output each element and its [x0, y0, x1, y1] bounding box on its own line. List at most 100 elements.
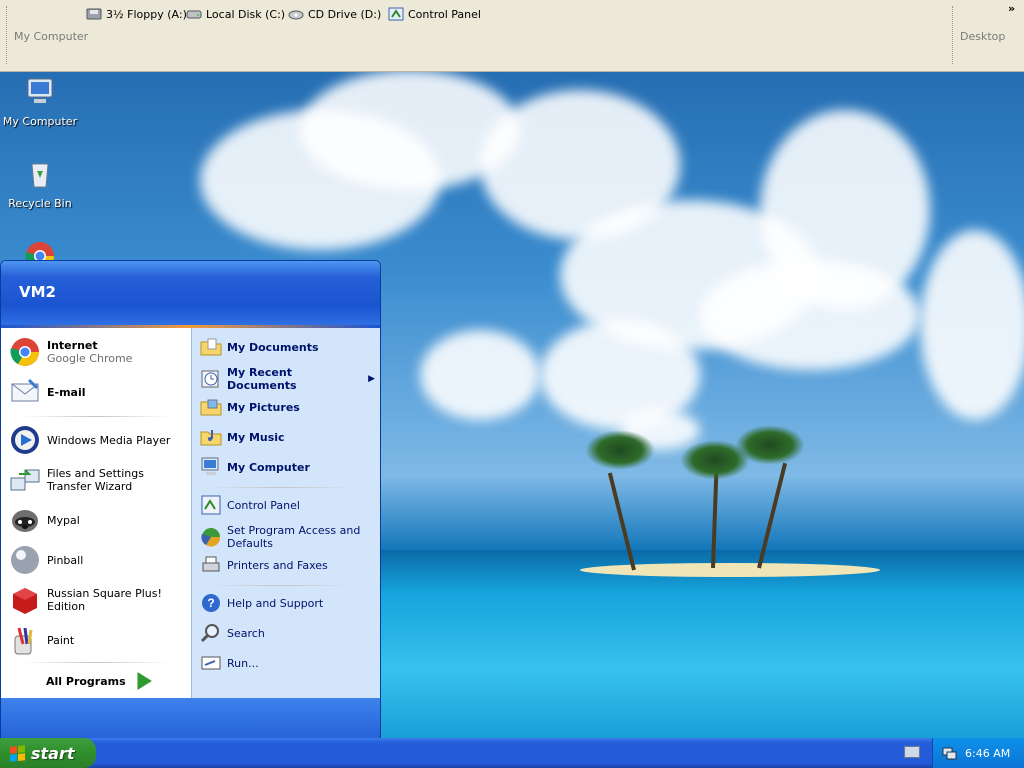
floppy-icon: [86, 8, 102, 20]
start-right-help-support[interactable]: ? Help and Support: [200, 592, 323, 614]
start-right-my-recent-documents[interactable]: My Recent Documents ▶: [200, 366, 375, 392]
recycle-bin-icon: [31, 163, 49, 188]
start-item-internet[interactable]: Internet Google Chrome: [9, 336, 132, 368]
toolbar-item-label: CD Drive (D:): [308, 7, 382, 21]
quick-launch-toolbar: My Computer 3½ Floppy (A:) Local Disk (C…: [0, 0, 1024, 72]
arrow-right-icon: [137, 672, 152, 690]
paint-icon: [14, 627, 33, 655]
keyboard-icon[interactable]: [904, 746, 920, 758]
start-item-email[interactable]: E-mail: [9, 376, 86, 408]
control-panel-icon: [388, 7, 404, 21]
pinball-icon: [11, 546, 39, 574]
toolbar-grip[interactable]: [6, 6, 8, 64]
start-right-label: Search: [227, 626, 265, 640]
toolbar-item-label: Local Disk (C:): [206, 7, 286, 21]
system-tray: 6:46 AM: [932, 738, 1024, 768]
start-menu-separator: [21, 662, 171, 663]
folder-documents-icon: [200, 338, 222, 356]
start-right-label: My Documents: [227, 340, 319, 354]
program-defaults-icon: [201, 528, 221, 547]
start-right-my-computer[interactable]: My Computer: [200, 456, 310, 478]
start-right-label: Set Program Access and Defaults: [227, 524, 361, 550]
start-item-label: Russian Square Plus! Edition: [47, 587, 162, 613]
all-programs-label: All Programs: [46, 674, 126, 688]
media-player-icon: [11, 426, 39, 454]
start-item-windows-media-player[interactable]: Windows Media Player: [9, 424, 170, 456]
start-menu-separator: [206, 487, 356, 488]
start-button-label: start: [31, 743, 75, 763]
toolbar-local-disk[interactable]: Local Disk (C:): [186, 6, 285, 22]
start-item-label: Paint: [47, 633, 75, 647]
my-computer-icon: [27, 78, 53, 103]
toolbar-desktop-label: Desktop: [960, 30, 1006, 43]
toolbar-cd-drive[interactable]: CD Drive (D:): [288, 6, 381, 22]
toolbar-item-label: 3½ Floppy (A:): [106, 7, 187, 21]
start-item-label: Pinball: [47, 553, 84, 567]
start-right-label: Control Panel: [227, 498, 300, 512]
disk-icon: [186, 10, 202, 19]
printer-icon: [202, 556, 220, 572]
chevron-right-icon[interactable]: »: [1008, 2, 1015, 15]
start-right-label: Printers and Faxes: [227, 558, 328, 572]
toolbar-item-label: Control Panel: [408, 7, 481, 21]
mypal-icon: [12, 510, 38, 532]
desktop-icon-label: Recycle Bin: [8, 197, 72, 210]
start-right-printers-faxes[interactable]: Printers and Faxes: [200, 554, 328, 576]
desktop-icon-label: My Computer: [2, 115, 78, 128]
toolbar-title: My Computer: [14, 30, 89, 43]
start-right-search[interactable]: Search: [200, 622, 265, 644]
cd-icon: [288, 10, 304, 20]
submenu-arrow-icon: ▶: [368, 374, 375, 384]
start-right-label: My Pictures: [227, 400, 300, 414]
start-item-transfer-wizard[interactable]: Files and Settings Transfer Wizard: [9, 464, 187, 496]
start-item-title: Internet: [47, 339, 98, 352]
start-item-label: Windows Media Player: [47, 433, 171, 447]
toolbar-floppy-drive[interactable]: 3½ Floppy (A:): [86, 6, 187, 22]
windows-logo-icon: [10, 744, 25, 762]
start-right-program-access[interactable]: Set Program Access and Defaults: [200, 524, 370, 550]
start-item-pinball[interactable]: Pinball: [9, 544, 83, 576]
taskbar: start 6:46 AM: [0, 738, 1024, 768]
start-right-my-documents[interactable]: My Documents: [200, 336, 319, 358]
desktop-icon-recycle-bin[interactable]: Recycle Bin: [0, 158, 80, 210]
clock[interactable]: 6:46 AM: [965, 747, 1010, 760]
start-right-my-pictures[interactable]: My Pictures: [200, 396, 300, 418]
start-right-label: My Recent Documents: [227, 366, 297, 392]
toolbar-control-panel[interactable]: Control Panel: [388, 6, 481, 22]
start-right-label: My Computer: [227, 460, 310, 474]
start-menu-user-name: VM2: [1, 261, 380, 325]
start-right-label: Help and Support: [227, 596, 324, 610]
chrome-icon: [10, 338, 39, 366]
desktop-icon-my-computer[interactable]: My Computer: [0, 76, 80, 128]
start-item-subtitle: Google Chrome: [47, 352, 133, 365]
folder-pictures-icon: [200, 399, 222, 416]
all-programs-button[interactable]: All Programs: [46, 672, 154, 690]
start-menu-separator: [21, 416, 171, 417]
my-computer-icon: [201, 457, 219, 475]
start-item-russian-square[interactable]: Russian Square Plus! Edition: [9, 584, 191, 616]
start-item-label: Files and Settings Transfer Wizard: [47, 467, 144, 493]
toolbar-separator: [952, 6, 953, 64]
email-icon: [11, 378, 39, 402]
start-right-label: My Music: [227, 430, 285, 444]
start-item-label: Mypal: [47, 513, 80, 527]
start-item-paint[interactable]: Paint: [9, 624, 74, 656]
transfer-wizard-icon: [10, 469, 40, 491]
start-right-run[interactable]: Run...: [200, 652, 259, 674]
russian-square-icon: [13, 588, 37, 614]
start-menu-left-pane: Internet Google Chrome E-mail Windows Me…: [1, 328, 191, 698]
folder-music-icon: [200, 430, 222, 446]
search-icon: [200, 624, 219, 643]
start-menu-footer: [1, 698, 380, 739]
start-right-control-panel[interactable]: Control Panel: [200, 494, 300, 516]
start-right-my-music[interactable]: My Music: [200, 426, 285, 448]
start-item-title: E-mail: [47, 385, 86, 399]
start-item-mypal[interactable]: Mypal: [9, 504, 80, 536]
network-icon[interactable]: [941, 745, 957, 761]
start-menu: VM2 Internet Google Chrome E-mail Window…: [0, 260, 381, 740]
control-panel-icon: [201, 495, 221, 515]
start-button[interactable]: start: [0, 738, 96, 768]
start-right-label: Run...: [227, 656, 259, 670]
svg-text:?: ?: [207, 596, 214, 610]
help-icon: ?: [202, 594, 220, 612]
